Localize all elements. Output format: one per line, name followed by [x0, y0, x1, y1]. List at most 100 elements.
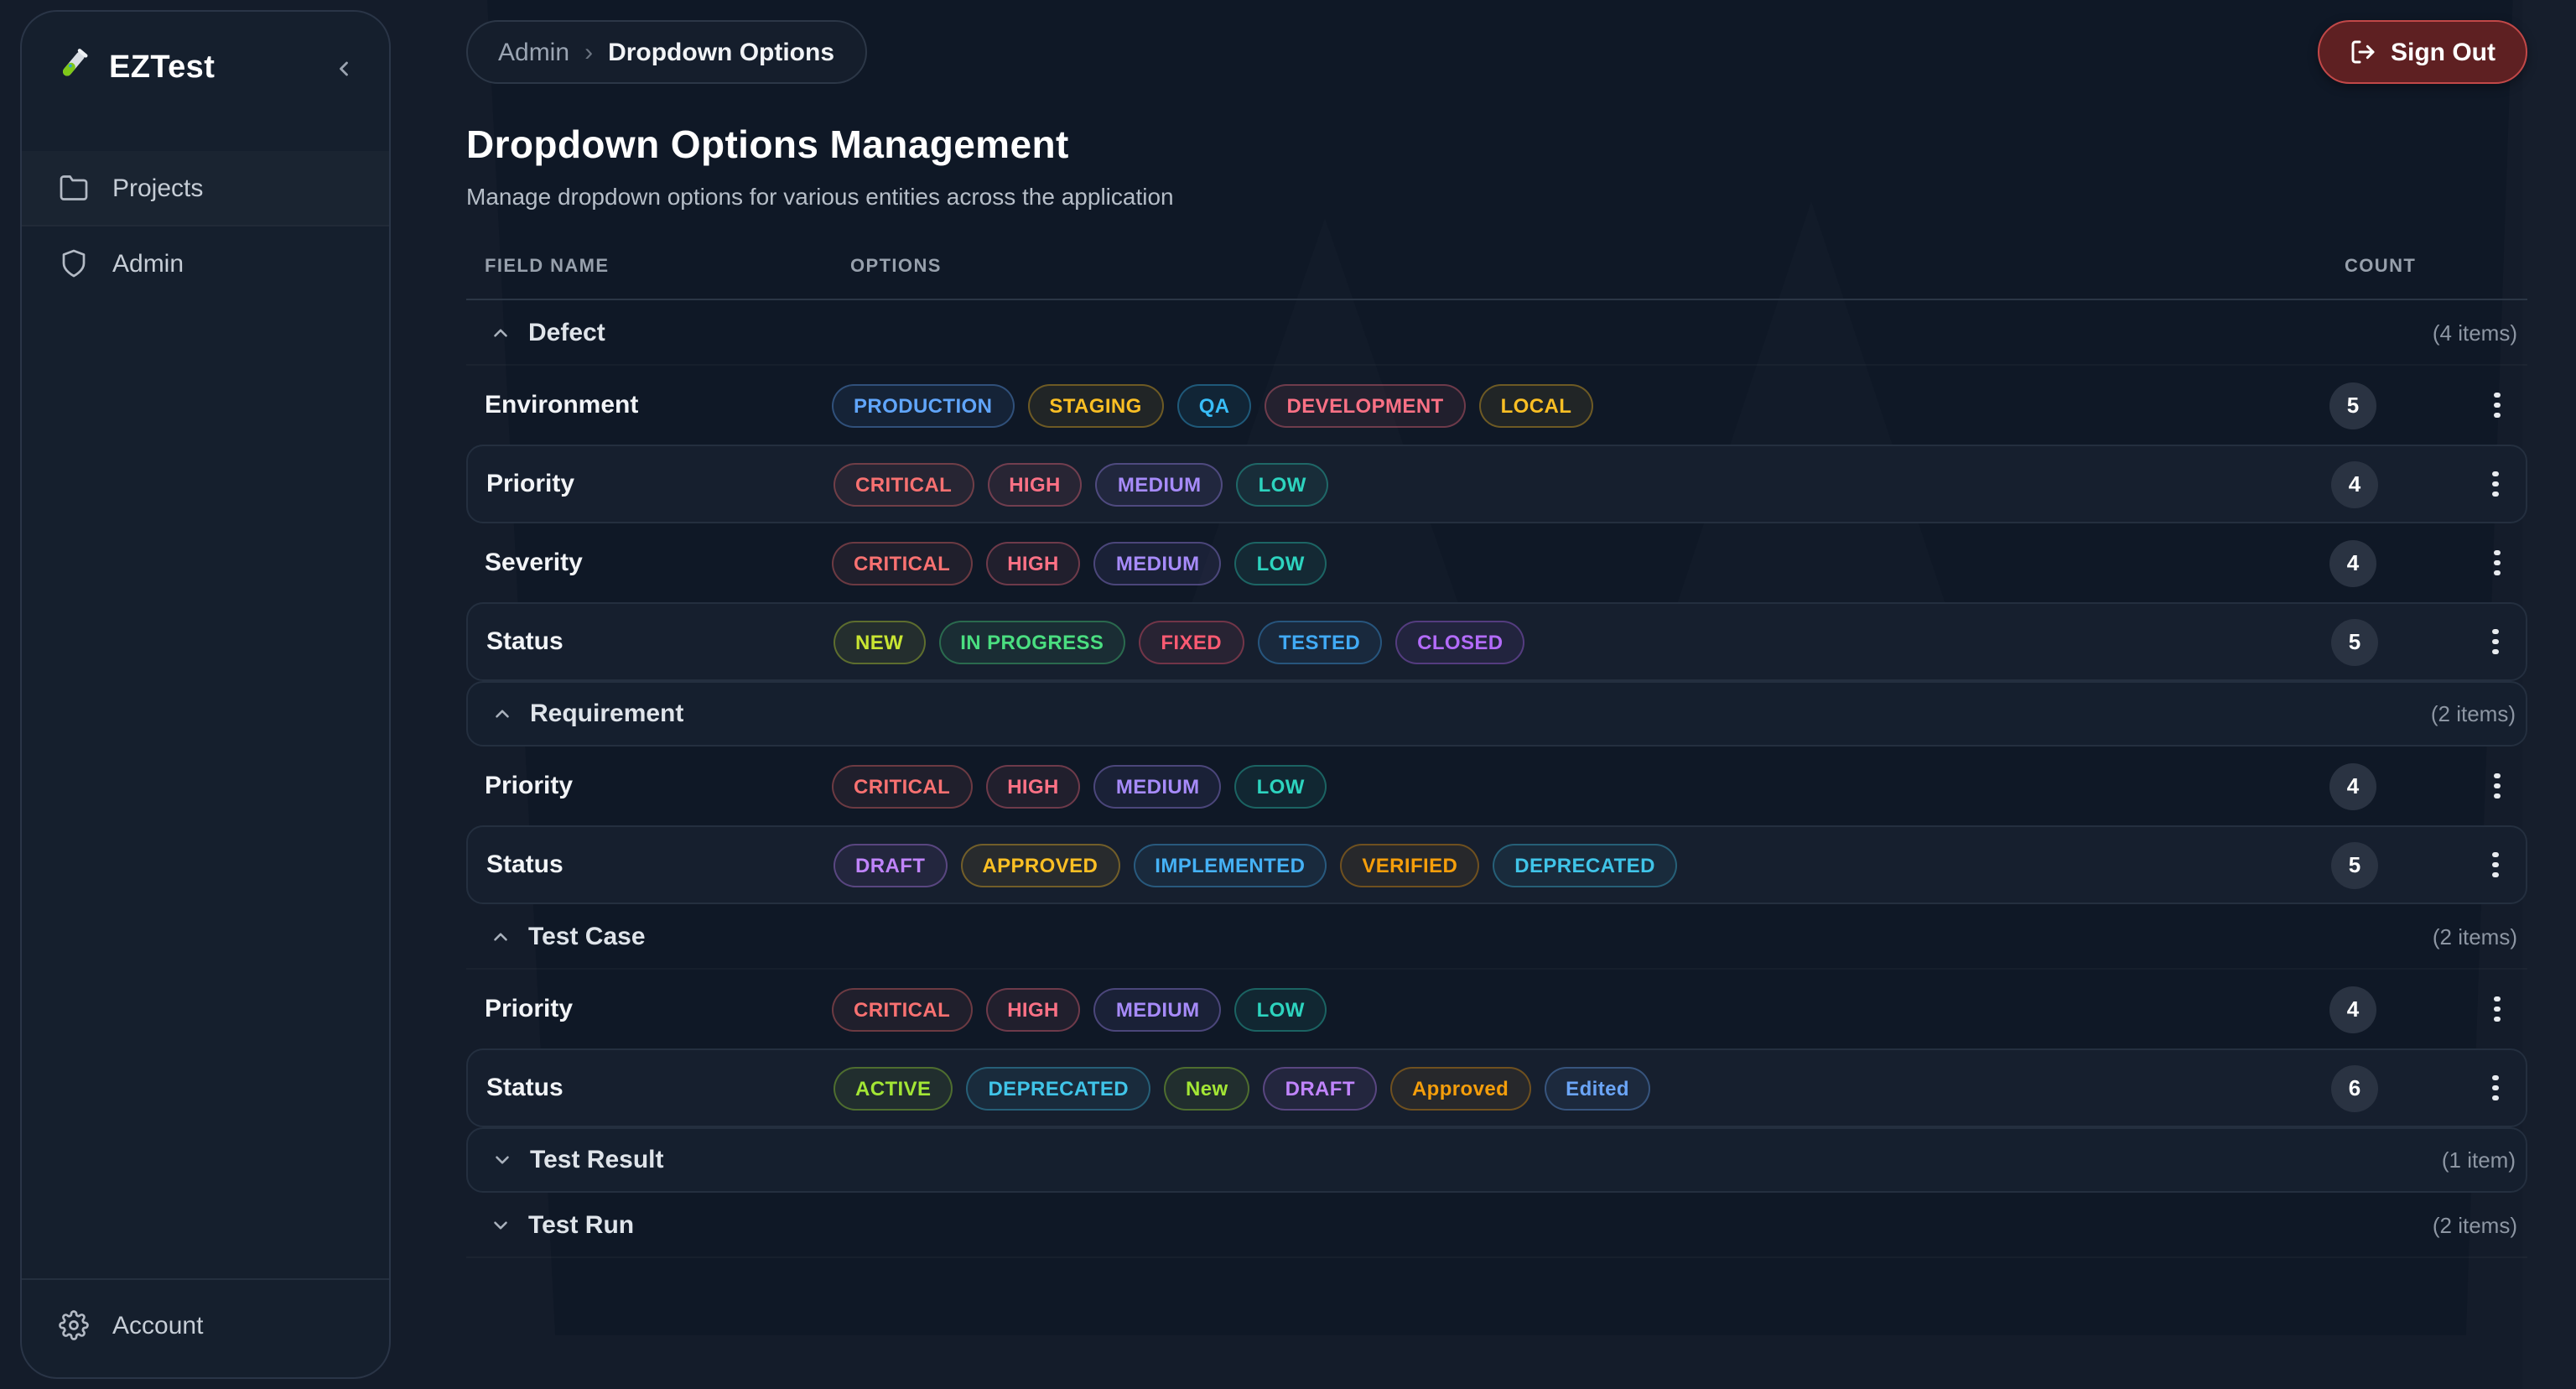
section-name: Defect: [528, 318, 605, 346]
option-badge: Edited: [1544, 1066, 1651, 1110]
sidebar-item-account[interactable]: Account: [22, 1278, 389, 1377]
count-badge: 4: [2329, 986, 2376, 1033]
options-list: CRITICAL HIGH MEDIUM LOW: [832, 764, 2527, 808]
topbar: Admin › Dropdown Options Sign Out: [466, 0, 2527, 84]
count-badge: 4: [2329, 762, 2376, 809]
test-tube-icon: [55, 45, 92, 91]
section-name: Test Run: [528, 1210, 634, 1239]
brand-title: EZTest: [109, 49, 329, 86]
column-header-field-name: Field Name: [485, 257, 609, 277]
table-row: Priority CRITICAL HIGH MEDIUM LOW 4: [466, 970, 2527, 1048]
option-badge: CRITICAL: [832, 987, 972, 1031]
count-badge: 4: [2331, 460, 2378, 507]
section-header-row[interactable]: Test Result (1 item): [466, 1127, 2527, 1193]
option-badge: VERIFIED: [1340, 843, 1479, 887]
kebab-menu-button[interactable]: [2480, 1068, 2511, 1108]
column-header-options: Options: [850, 257, 942, 277]
section-header-row[interactable]: Test Case (2 items): [466, 904, 2527, 970]
section-items-count: (2 items): [2433, 1212, 2517, 1237]
table-row: Status ACTIVEDEPRECATEDNewDRAFTApprovedE…: [466, 1048, 2527, 1127]
section-name: Requirement: [530, 700, 683, 728]
option-badge: LOW: [1235, 987, 1327, 1031]
option-badge: DRAFT: [1264, 1066, 1377, 1110]
option-badge: CRITICAL: [832, 764, 972, 808]
sidebar-collapse-button[interactable]: [329, 53, 359, 83]
kebab-menu-button[interactable]: [2480, 845, 2511, 885]
options-list: CRITICALHIGHMEDIUMLOW: [834, 462, 2526, 506]
section-header-row[interactable]: Test Run (2 items): [466, 1193, 2527, 1258]
section-items-count: (4 items): [2433, 320, 2517, 345]
option-badge: LOW: [1235, 541, 1327, 585]
chevron-left-icon: [332, 56, 356, 80]
section-items-count: (2 items): [2433, 923, 2517, 949]
option-badge: DRAFT: [834, 843, 947, 887]
kebab-menu-button[interactable]: [2480, 464, 2511, 504]
option-badge: CLOSED: [1395, 620, 1524, 663]
sidebar: EZTest Projects Admin Account: [20, 10, 391, 1379]
kebab-menu-button[interactable]: [2482, 989, 2512, 1029]
options-list: DRAFTAPPROVEDIMPLEMENTEDVERIFIEDDEPRECAT…: [834, 843, 2526, 887]
sidebar-item-label: Admin: [112, 249, 184, 278]
breadcrumb: Admin › Dropdown Options: [466, 20, 866, 84]
table-row: Severity CRITICALHIGHMEDIUMLOW 4: [466, 523, 2527, 602]
table-header-row: Field Name Options Count: [466, 250, 2527, 300]
section-name: Test Result: [530, 1146, 664, 1174]
option-badge: New: [1164, 1066, 1250, 1110]
section-items-count: (2 items): [2431, 701, 2516, 726]
option-badge: DEVELOPMENT: [1265, 383, 1466, 427]
option-badge: FIXED: [1139, 620, 1244, 663]
folder-icon: [59, 173, 89, 203]
breadcrumb-parent-link[interactable]: Admin: [498, 38, 569, 66]
options-list: CRITICALHIGHMEDIUMLOW: [832, 541, 2527, 585]
sign-out-label: Sign Out: [2391, 38, 2496, 66]
option-badge: CRITICAL: [832, 541, 972, 585]
section-items-count: (1 item): [2442, 1147, 2516, 1173]
option-badge: DEPRECATED: [966, 1066, 1150, 1110]
table-row: Status DRAFTAPPROVEDIMPLEMENTEDVERIFIEDD…: [466, 825, 2527, 904]
table-row: Priority CRITICAL HIGH MEDIUM LOW 4: [466, 747, 2527, 825]
table-row: Priority CRITICALHIGHMEDIUMLOW 4: [466, 445, 2527, 523]
option-badge: HIGH: [987, 462, 1083, 506]
sidebar-item-admin[interactable]: Admin: [22, 226, 389, 300]
option-badge: HIGH: [985, 764, 1081, 808]
field-name: Priority: [468, 470, 834, 498]
section-header-row[interactable]: Defect (4 items): [466, 300, 2527, 366]
background-decor-strip: [2522, 0, 2576, 1389]
option-badge: LOCAL: [1479, 383, 1594, 427]
sidebar-item-projects[interactable]: Projects: [22, 151, 389, 226]
field-name: Priority: [466, 995, 832, 1023]
page-title: Dropdown Options Management: [466, 122, 2527, 168]
chevron-up-icon: [491, 703, 513, 725]
option-badge: LOW: [1235, 764, 1327, 808]
kebab-menu-button[interactable]: [2482, 385, 2512, 425]
breadcrumb-current: Dropdown Options: [608, 38, 834, 66]
option-badge: ACTIVE: [834, 1066, 953, 1110]
field-name: Status: [468, 627, 834, 656]
sign-out-button[interactable]: Sign Out: [2317, 20, 2527, 84]
option-badge: HIGH: [985, 987, 1081, 1031]
options-table: Field Name Options Count Defect (4 items…: [466, 250, 2527, 1258]
option-badge: STAGING: [1027, 383, 1163, 427]
field-name: Priority: [466, 772, 832, 800]
options-list: NEWIN PROGRESSFIXEDTESTEDCLOSED: [834, 620, 2526, 663]
option-badge: NEW: [834, 620, 925, 663]
option-badge: APPROVED: [960, 843, 1119, 887]
option-badge: MEDIUM: [1094, 541, 1222, 585]
breadcrumb-separator-icon: ›: [584, 38, 593, 66]
kebab-menu-button[interactable]: [2482, 766, 2512, 806]
section-header-row[interactable]: Requirement (2 items): [466, 681, 2527, 747]
kebab-menu-button[interactable]: [2482, 543, 2512, 583]
count-badge: 5: [2331, 841, 2378, 888]
options-list: CRITICAL HIGH MEDIUM LOW: [832, 987, 2527, 1031]
table-body: Defect (4 items) Environment PRODUCTIONS…: [466, 300, 2527, 1258]
option-badge: PRODUCTION: [832, 383, 1014, 427]
option-badge: MEDIUM: [1094, 987, 1222, 1031]
field-name: Status: [468, 851, 834, 879]
options-list: PRODUCTIONSTAGINGQADEVELOPMENTLOCAL: [832, 383, 2527, 427]
shield-icon: [59, 248, 89, 278]
count-badge: 6: [2331, 1064, 2378, 1111]
column-header-count: Count: [2345, 257, 2416, 277]
kebab-menu-button[interactable]: [2480, 622, 2511, 662]
option-badge: MEDIUM: [1094, 764, 1222, 808]
field-name: Status: [468, 1074, 834, 1102]
